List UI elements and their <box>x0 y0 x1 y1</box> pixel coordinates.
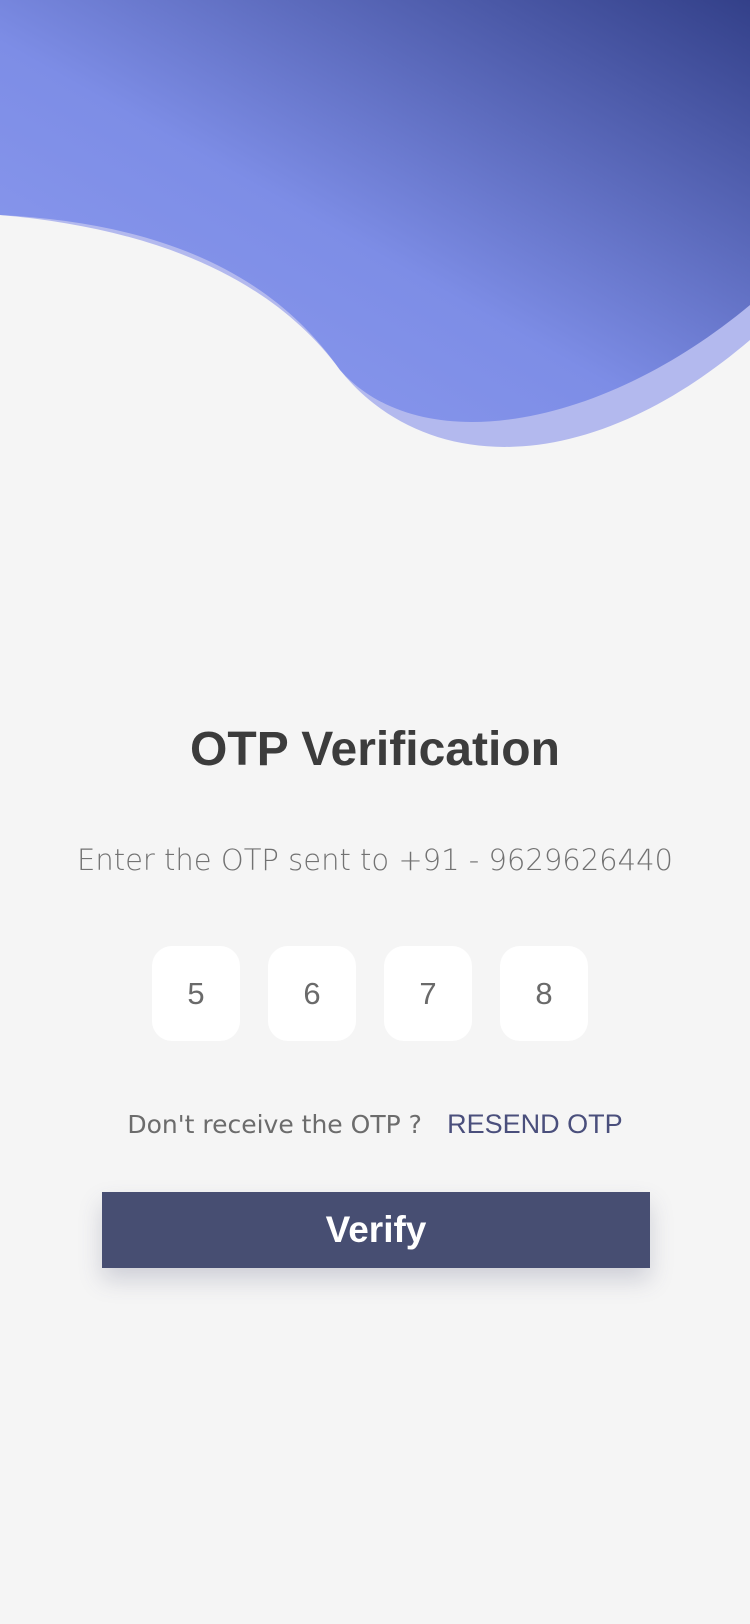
otp-instruction-text: Enter the OTP sent to +91 - 9629626440 <box>77 843 673 877</box>
otp-digit-3-input[interactable] <box>384 946 472 1041</box>
otp-digit-1-input[interactable] <box>152 946 240 1041</box>
resend-prompt-text: Don't receive the OTP ? <box>127 1110 422 1139</box>
resend-otp-link[interactable]: RESEND OTP <box>447 1109 623 1139</box>
otp-digit-2-input[interactable] <box>268 946 356 1041</box>
resend-row: Don't receive the OTP ? RESEND OTP <box>0 1104 750 1145</box>
otp-digit-4-input[interactable] <box>500 946 588 1041</box>
wave-main-band <box>0 0 750 423</box>
header-wave-decoration <box>0 0 750 447</box>
otp-input-group <box>152 946 588 1041</box>
page-title: OTP Verification <box>190 723 560 776</box>
verify-button[interactable]: Verify <box>102 1192 650 1268</box>
